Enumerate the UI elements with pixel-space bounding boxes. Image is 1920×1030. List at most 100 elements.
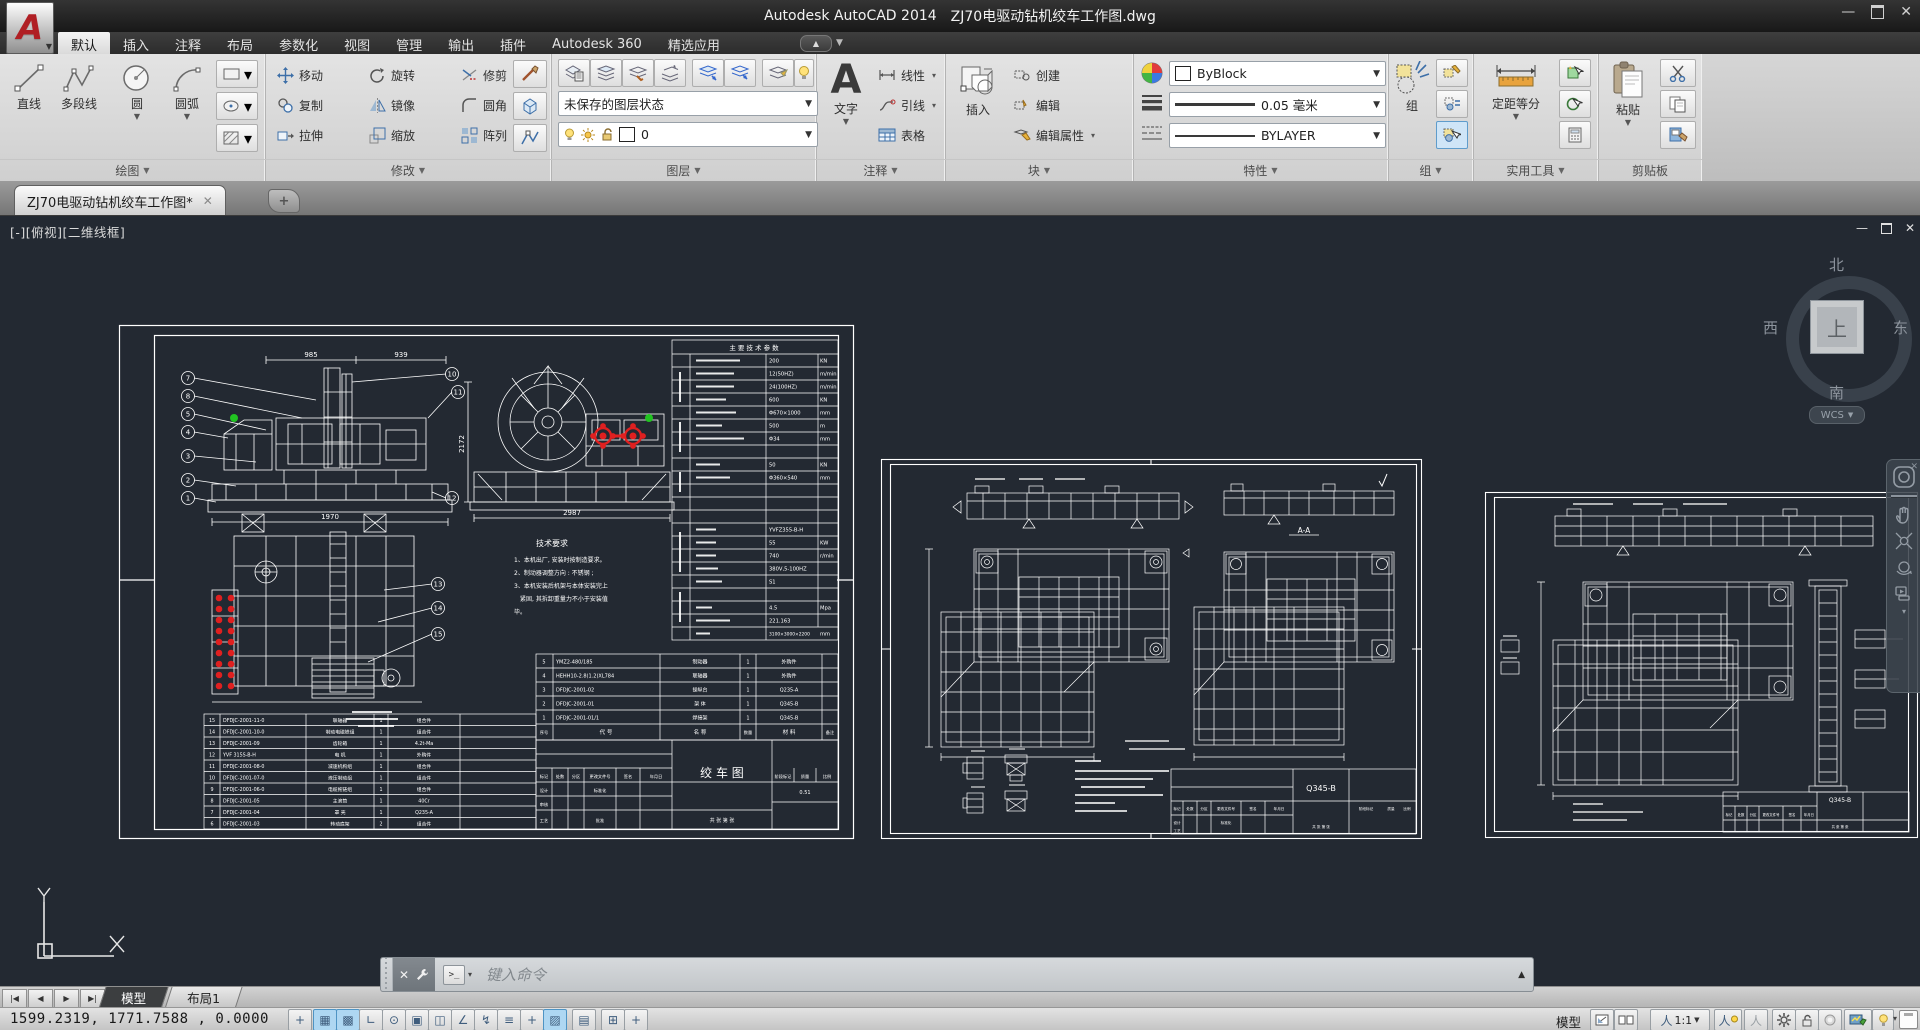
polar-tracking-toggle[interactable]: ⊙ (382, 1009, 406, 1030)
model-space-canvas[interactable]: [-][俯视][二维线框] — ✕ 北 南 西 东 上 WCS ▼ 7 8 5 … (0, 215, 1920, 987)
minimize-button[interactable]: — (1841, 4, 1855, 20)
auto-annotation-button[interactable]: 人 (1744, 1009, 1768, 1030)
layer-match-button[interactable] (762, 59, 794, 87)
edit-attributes-button[interactable]: 编辑属性 ▾ (1013, 122, 1095, 148)
drawing-restore-button[interactable] (1881, 222, 1892, 234)
lineweight-list-icon[interactable] (1141, 93, 1163, 117)
quick-properties-toggle[interactable]: ▤ (572, 1009, 596, 1030)
lineweight-toggle[interactable]: + (520, 1009, 544, 1030)
drawing-minimize-button[interactable]: — (1856, 221, 1868, 235)
command-line-grip[interactable] (381, 958, 393, 991)
object-color-dropdown[interactable]: ByBlock ▼ (1169, 61, 1386, 86)
leader-button[interactable]: 引线 ▾ (878, 92, 936, 118)
tab-model[interactable]: 模型 (98, 987, 169, 1009)
annotation-visibility-button[interactable]: 人 (1714, 1009, 1742, 1030)
viewport-controls[interactable]: [-][俯视][二维线框] (10, 222, 125, 241)
tab-layout1[interactable]: 布局1 (164, 987, 243, 1009)
group-selection-toggle-button[interactable] (1436, 121, 1468, 149)
trim-button[interactable]: 修剪▾ (461, 62, 518, 88)
group-edit-button[interactable] (1436, 59, 1468, 87)
object-snap-tracking-toggle[interactable]: ∠ (451, 1009, 475, 1030)
layer-lock-button[interactable] (724, 59, 756, 87)
ribbon-tab-plugins[interactable]: 插件 (487, 32, 539, 54)
drawing-close-button[interactable]: ✕ (1905, 221, 1915, 235)
linetype-list-icon[interactable] (1141, 124, 1163, 148)
grid-display-toggle[interactable]: ▩ (336, 1009, 360, 1030)
stretch-button[interactable]: 拉伸 (277, 122, 323, 148)
text-dropdown-arrow-icon[interactable]: ▼ (820, 117, 872, 126)
ribbon-tab-insert[interactable]: 插入 (110, 32, 162, 54)
circle-dropdown-arrow-icon[interactable]: ▼ (112, 112, 162, 121)
measure-button[interactable]: 定距等分 ▼ (1481, 58, 1551, 156)
workspace-switching-button[interactable] (1772, 1009, 1796, 1030)
edit-polyline-button[interactable] (513, 124, 547, 152)
dynamic-input-toggle[interactable]: ≡ (497, 1009, 521, 1030)
next-layout-button[interactable]: ▶ (54, 989, 79, 1008)
3d-box-button[interactable] (513, 92, 547, 120)
panel-label-clipboard[interactable]: 剪贴板 (1598, 159, 1702, 181)
panel-label-block[interactable]: 块 ▼ (945, 159, 1133, 181)
panel-label-modify[interactable]: 修改 ▼ (265, 159, 551, 181)
table-button[interactable]: 表格 (878, 122, 925, 148)
viewcube-east-label[interactable]: 东 (1893, 317, 1908, 338)
transparency-toggle[interactable]: ▨ (543, 1009, 567, 1030)
paste-dropdown-arrow-icon[interactable]: ▼ (1602, 118, 1654, 127)
leader-arrow-icon[interactable]: ▾ (932, 101, 936, 110)
fillet-button[interactable]: 圆角▾ (461, 92, 518, 118)
hatch-tool-button[interactable]: ▾ (216, 124, 258, 152)
command-prompt-icon[interactable]: >_ (443, 964, 465, 985)
arc-button[interactable]: 圆弧 ▼ (162, 58, 212, 156)
panel-label-group[interactable]: 组 ▼ (1388, 159, 1473, 181)
text-button[interactable]: A 文字 ▼ (820, 58, 872, 156)
file-tab-close-icon[interactable]: ✕ (203, 194, 213, 208)
ribbon-tab-autodesk360[interactable]: Autodesk 360 (539, 32, 655, 54)
wcs-menu-button[interactable]: WCS ▼ (1809, 406, 1865, 424)
paste-special-button[interactable] (1660, 121, 1696, 149)
edit-block-button[interactable]: 编辑 (1013, 92, 1060, 118)
snap-mode-toggle[interactable]: ▦ (313, 1009, 337, 1030)
lock-ui-button[interactable] (1795, 1009, 1819, 1030)
infer-constraints-toggle[interactable]: + (288, 1009, 312, 1030)
maximize-button[interactable] (1871, 5, 1885, 19)
cut-button[interactable] (1660, 59, 1696, 87)
ribbon-tab-layout[interactable]: 布局 (214, 32, 266, 54)
annotation-scale-button[interactable]: 人 1:1 ▼ (1650, 1009, 1710, 1030)
orbit-icon[interactable] (1894, 557, 1914, 577)
ribbon-tab-view[interactable]: 视图 (331, 32, 383, 54)
ribbon-tab-parametric[interactable]: 参数化 (266, 32, 331, 54)
zoom-icon[interactable] (1894, 531, 1914, 551)
navbar-close-icon[interactable]: ✕ (1910, 462, 1918, 472)
panel-label-layers[interactable]: 图层 ▼ (551, 159, 816, 181)
ribbon-minimize-arrow-icon[interactable]: ▼ (836, 38, 843, 48)
quick-select-button[interactable] (1559, 59, 1591, 87)
select-all-button[interactable] (1559, 90, 1591, 118)
copy-clip-button[interactable] (1660, 90, 1696, 118)
navbar-more-arrow-icon[interactable]: ▾ (1887, 607, 1920, 616)
isolate-objects-button[interactable] (1818, 1009, 1842, 1030)
paste-button[interactable]: 粘贴 ▼ (1602, 58, 1654, 156)
mirror-button[interactable]: 镜像 (369, 92, 415, 118)
viewcube-west-label[interactable]: 西 (1763, 317, 1778, 338)
linetype-dropdown[interactable]: BYLAYER ▼ (1169, 123, 1386, 148)
layer-state-dropdown[interactable]: 未保存的图层状态 ▼ (558, 91, 818, 116)
circle-button[interactable]: 圆 ▼ (112, 58, 162, 156)
rectangle-tool-button[interactable]: ▾ (216, 60, 258, 88)
layer-properties-button[interactable] (558, 59, 590, 87)
lineweight-dropdown[interactable]: 0.05 毫米 ▼ (1169, 92, 1386, 117)
array-button[interactable]: 阵列▾ (461, 122, 518, 148)
layer-isolate-button[interactable] (654, 59, 686, 87)
move-button[interactable]: 移动 (277, 62, 323, 88)
dimension-button[interactable]: 线性 ▾ (878, 62, 936, 88)
layer-off-button[interactable] (622, 59, 654, 87)
dimension-arrow-icon[interactable]: ▾ (932, 71, 936, 80)
panel-label-properties[interactable]: 特性 ▼ (1133, 159, 1388, 181)
ellipse-tool-button[interactable]: ▾ (216, 92, 258, 120)
layer-dropdown[interactable]: 0 ▼ (558, 122, 818, 147)
ribbon-tab-manage[interactable]: 管理 (383, 32, 435, 54)
color-wheel-icon[interactable] (1141, 62, 1163, 88)
panel-label-utilities[interactable]: 实用工具 ▼ (1473, 159, 1598, 181)
object-snap-toggle[interactable]: ▣ (405, 1009, 429, 1030)
close-button[interactable]: ✕ (1900, 4, 1912, 20)
viewcube-top-face[interactable]: 上 (1810, 300, 1864, 354)
command-line[interactable]: ✕ >_ ▾ 键入命令 ▲ (380, 957, 1534, 992)
